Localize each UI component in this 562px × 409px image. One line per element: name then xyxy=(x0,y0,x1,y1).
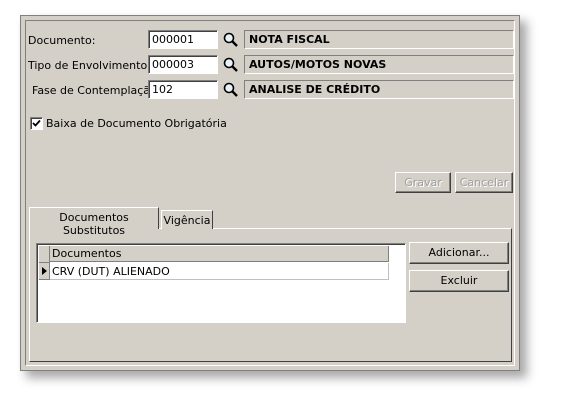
table-row[interactable]: CRV (DUT) ALIENADO xyxy=(50,263,389,280)
tipo-code-input[interactable]: 000003 xyxy=(148,55,218,74)
check-icon xyxy=(32,119,41,127)
tipo-label: Tipo de Envolvimento: xyxy=(28,59,151,72)
search-icon[interactable] xyxy=(222,81,240,99)
baixa-checkbox-label[interactable]: Baixa de Documento Obrigatória xyxy=(46,117,227,130)
documentos-grid[interactable]: Documentos CRV (DUT) ALIENADO xyxy=(36,243,406,323)
row-pointer-icon xyxy=(42,267,47,275)
gravar-button[interactable]: Gravar xyxy=(395,172,451,193)
documento-description: NOTA FISCAL xyxy=(244,30,514,49)
grid-column-header[interactable]: Documentos xyxy=(50,246,389,262)
fase-description: ANALISE DE CRÉDITO xyxy=(244,80,514,99)
tab-vigencia[interactable]: Vigência xyxy=(161,210,213,229)
adicionar-button[interactable]: Adicionar... xyxy=(409,242,509,264)
baixa-checkbox[interactable] xyxy=(30,117,43,130)
search-icon[interactable] xyxy=(222,56,240,74)
tab-documentos-substitutos[interactable]: Documentos Substitutos xyxy=(29,207,159,237)
grid-corner xyxy=(39,246,50,263)
search-icon[interactable] xyxy=(222,31,240,49)
fase-label: Fase de Contemplação: xyxy=(32,84,161,97)
documento-label: Documento: xyxy=(28,34,96,47)
documento-code-input[interactable]: 000001 xyxy=(148,30,218,49)
fase-code-input[interactable]: 102 xyxy=(148,80,218,99)
cancelar-button[interactable]: Cancelar xyxy=(455,172,513,193)
row-indicator xyxy=(39,263,50,280)
dialog-window: Documento: 000001 NOTA FISCAL Tipo de En… xyxy=(20,15,520,371)
tipo-description: AUTOS/MOTOS NOVAS xyxy=(244,55,514,74)
excluir-button[interactable]: Excluir xyxy=(409,270,509,292)
